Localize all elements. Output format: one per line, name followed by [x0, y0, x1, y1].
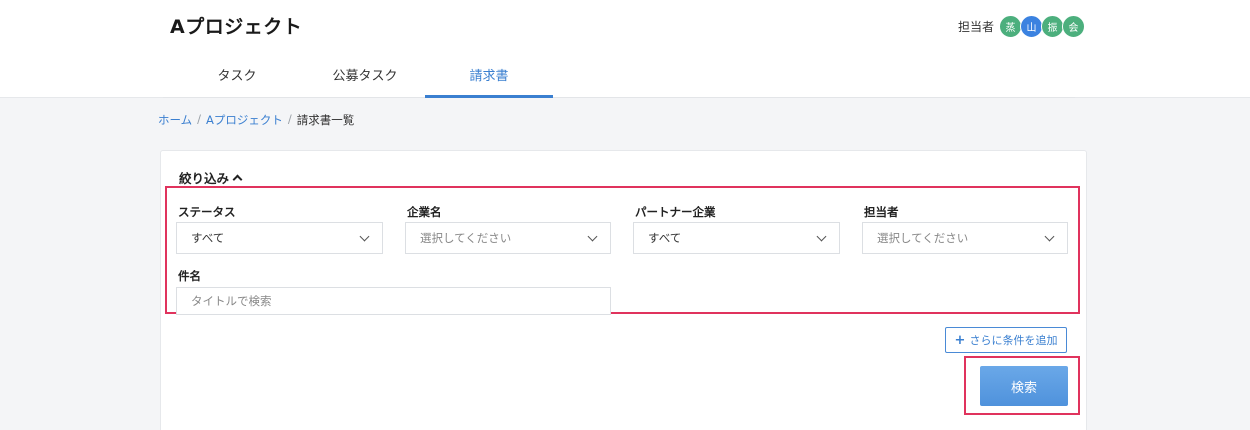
- avatar[interactable]: 振: [1041, 15, 1065, 38]
- tab-invoices[interactable]: 請求書: [425, 62, 553, 98]
- assignee-area: 担当者 蒸 山 振 会: [958, 15, 1086, 38]
- tab-tasks[interactable]: タスク: [173, 62, 301, 98]
- filter-toggle-label: 絞り込み: [179, 171, 230, 186]
- assignee-label: 担当者: [958, 20, 995, 34]
- breadcrumb-separator: /: [197, 112, 202, 126]
- subject-search-input[interactable]: [176, 287, 611, 315]
- tab-bar: タスク 公募タスク 請求書: [163, 62, 1075, 98]
- plus-icon: +: [954, 332, 966, 348]
- company-label: 企業名: [407, 205, 442, 219]
- header: Aプロジェクト 担当者 蒸 山 振 会 タスク 公募タスク 請求書: [0, 0, 1250, 98]
- chevron-down-icon: [587, 231, 598, 242]
- status-label: ステータス: [178, 205, 236, 219]
- chevron-down-icon: [816, 231, 827, 242]
- breadcrumb: ホーム / Aプロジェクト / 請求書一覧: [158, 112, 354, 128]
- breadcrumb-home[interactable]: ホーム: [158, 112, 192, 128]
- partner-label: パートナー企業: [635, 205, 716, 219]
- breadcrumb-project[interactable]: Aプロジェクト: [206, 112, 283, 128]
- assignee-filter-label: 担当者: [864, 205, 899, 219]
- partner-select-value: すべて: [648, 231, 682, 245]
- assignee-select-placeholder: 選択してください: [877, 231, 969, 245]
- avatar[interactable]: 山: [1020, 15, 1044, 38]
- breadcrumb-current: 請求書一覧: [296, 113, 355, 127]
- page-title: Aプロジェクト: [170, 16, 303, 38]
- subject-label: 件名: [178, 269, 201, 283]
- add-condition-label: さらに条件を追加: [969, 334, 1058, 347]
- search-button[interactable]: 検索: [980, 366, 1068, 406]
- tab-public-tasks[interactable]: 公募タスク: [301, 62, 429, 98]
- company-select[interactable]: 選択してください: [405, 222, 611, 254]
- breadcrumb-separator: /: [287, 112, 292, 126]
- chevron-down-icon: [1044, 231, 1055, 242]
- status-select[interactable]: すべて: [176, 222, 383, 254]
- company-select-placeholder: 選択してください: [420, 231, 512, 245]
- chevron-up-icon: [232, 174, 243, 185]
- assignee-select[interactable]: 選択してください: [862, 222, 1068, 254]
- status-select-value: すべて: [191, 231, 225, 245]
- add-condition-button[interactable]: + さらに条件を追加: [945, 327, 1067, 353]
- filter-toggle[interactable]: 絞り込み: [179, 168, 243, 187]
- avatar[interactable]: 会: [1062, 15, 1086, 38]
- avatar[interactable]: 蒸: [999, 15, 1023, 38]
- partner-select[interactable]: すべて: [633, 222, 840, 254]
- chevron-down-icon: [359, 231, 370, 242]
